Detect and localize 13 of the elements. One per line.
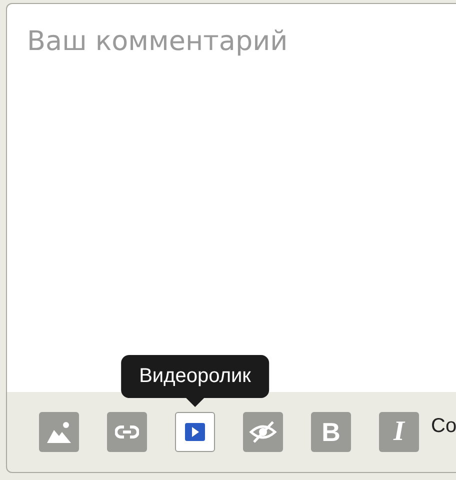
link-icon (115, 425, 139, 439)
toolbar-text: Co (431, 414, 456, 438)
link-button[interactable] (107, 412, 147, 452)
tooltip-pointer (186, 398, 204, 407)
italic-button[interactable]: I (379, 412, 419, 452)
video-button[interactable] (175, 412, 215, 452)
play-icon (185, 423, 205, 441)
bold-button[interactable]: B (311, 412, 351, 452)
picture-icon (47, 421, 71, 443)
image-button[interactable] (39, 412, 79, 452)
crossed-eye-icon (249, 421, 277, 443)
tooltip: Видеоролик (121, 355, 269, 398)
hidden-button[interactable] (243, 412, 283, 452)
